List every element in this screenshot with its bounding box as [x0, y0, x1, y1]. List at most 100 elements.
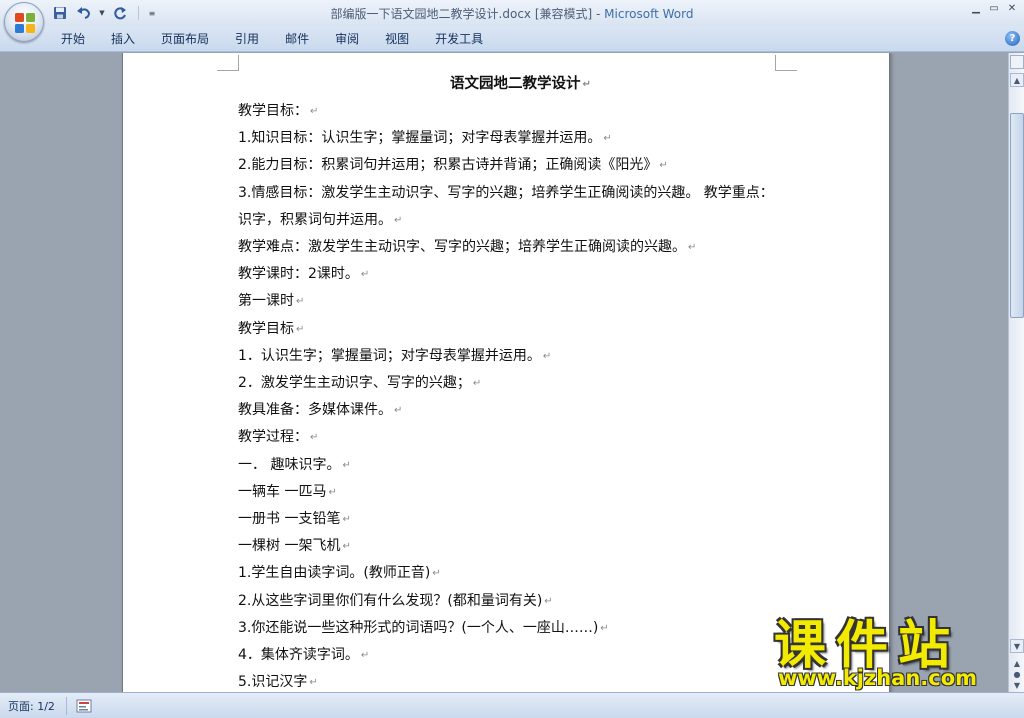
paragraph-text: 教学课时：2课时。	[238, 266, 359, 283]
view-ruler-icon[interactable]	[1010, 55, 1024, 69]
document-heading-text: 语文园地二教学设计	[450, 76, 581, 92]
document-page[interactable]: 语文园地二教学设计 ↵ 教学目标： ↵ 1.知识目标：认识生字；掌握量词；对字母表掌握…	[122, 53, 890, 692]
document-workspace: 语文园地二教学设计 ↵ 教学目标： ↵ 1.知识目标：认识生字；掌握量词；对字母表掌握…	[0, 53, 1008, 692]
paragraph-text: 3.情感目标：激发学生主动识字、写字的兴趣；培养学生正确阅读的兴趣。 教学重点：…	[238, 184, 774, 228]
paragraph-mark: ↵	[309, 677, 318, 689]
paragraph-mark: ↵	[342, 541, 351, 553]
application-name: Microsoft Word	[604, 7, 694, 21]
paragraph-text: 一册书 一支铅笔	[238, 511, 341, 528]
paragraph-text: 2．激发学生主动识字、写字的兴趣；	[238, 375, 471, 392]
paragraph-text: 教学目标	[238, 320, 294, 337]
document-paragraph: 教学过程： ↵	[238, 424, 783, 451]
ribbon-tab[interactable]: 邮件	[272, 31, 322, 47]
ribbon-tab[interactable]: 开发工具	[422, 31, 496, 47]
document-paragraph: 一． 趣味识字。 ↵	[238, 452, 783, 479]
paragraph-text: 一棵树 一架飞机	[238, 538, 341, 555]
document-name: 部编版一下语文园地二教学设计.docx [兼容模式] -	[330, 7, 605, 21]
paragraph-text: 教学过程：	[238, 429, 308, 446]
ribbon-tab[interactable]: 视图	[372, 31, 422, 47]
document-body[interactable]: 语文园地二教学设计 ↵ 教学目标： ↵ 1.知识目标：认识生字；掌握量词；对字母表掌握…	[238, 71, 783, 692]
document-paragraph: 教学目标 ↵	[238, 316, 783, 343]
document-paragraph: 2.能力目标：积累词句并运用；积累古诗并背诵；正确阅读《阳光》 ↵	[238, 152, 783, 179]
proofing-icon[interactable]	[76, 698, 92, 713]
quick-access-toolbar: ▼ ≡	[50, 3, 157, 23]
restore-icon[interactable]: ▭	[986, 1, 1002, 15]
paragraph-mark: ↵	[582, 79, 591, 90]
ribbon-tab[interactable]: 审阅	[322, 31, 372, 47]
paragraph-mark: ↵	[342, 514, 351, 526]
document-paragraph: 5.识记汉字 ↵	[238, 669, 783, 692]
page-indicator[interactable]: 页面: 1/2	[8, 698, 55, 714]
scroll-up-icon[interactable]: ▲	[1010, 73, 1024, 87]
paragraph-mark: ↵	[542, 350, 552, 362]
paragraph-mark: ↵	[296, 323, 305, 335]
document-paragraph: 教学课时：2课时。 ↵	[238, 261, 783, 288]
paragraph-mark: ↵	[432, 568, 441, 580]
status-separator	[66, 697, 67, 715]
document-paragraph: 教学目标： ↵	[238, 98, 783, 125]
paragraph-mark: ↵	[394, 405, 403, 417]
ribbon-tab-bar: 开始 插入 页面布局 引用 邮件 审阅 视图 开发工具 ?	[0, 26, 1024, 52]
window-controls: ▁ ▭ ✕	[968, 1, 1020, 15]
paragraph-text: 1．认识生字；掌握量词；对字母表掌握并运用。	[238, 347, 541, 364]
paragraph-mark: ↵	[544, 595, 553, 607]
office-button[interactable]	[4, 2, 44, 42]
undo-dropdown-icon[interactable]: ▼	[98, 4, 106, 22]
qat-separator	[138, 6, 139, 20]
paragraph-text: 2.从这些字词里你们有什么发现？(都和量词有关)	[238, 592, 543, 609]
ribbon-tab[interactable]: 引用	[222, 31, 272, 47]
document-paragraph: 3.情感目标：激发学生主动识字、写字的兴趣；培养学生正确阅读的兴趣。 教学重点：…	[238, 180, 783, 234]
document-paragraph: 2．激发学生主动识字、写字的兴趣； ↵	[238, 370, 783, 397]
document-paragraph: 4．集体齐读字词。 ↵	[238, 642, 783, 669]
customize-qat-icon[interactable]: ≡	[147, 4, 157, 22]
paragraph-mark: ↵	[472, 378, 482, 390]
paragraph-mark: ↵	[394, 214, 403, 226]
vertical-scrollbar[interactable]: ▲ ▼ ▲ ● ▼	[1008, 53, 1024, 692]
paragraph-mark: ↵	[310, 106, 319, 117]
paragraph-text: 教学目标：	[238, 103, 308, 119]
document-paragraph: 一册书 一支铅笔 ↵	[238, 506, 783, 533]
minimize-icon[interactable]: ▁	[968, 1, 984, 15]
scroll-down-icon[interactable]: ▼	[1010, 639, 1024, 653]
document-paragraph: 2.从这些字词里你们有什么发现？(都和量词有关) ↵	[238, 588, 783, 615]
margin-corner-mark	[217, 55, 239, 71]
paragraph-text: 第一课时	[238, 293, 294, 310]
title-bar: ▼ ≡ 部编版一下语文园地二教学设计.docx [兼容模式] - Microso…	[0, 0, 1024, 26]
paragraph-mark: ↵	[603, 133, 612, 145]
paragraph-mark: ↵	[342, 459, 351, 471]
office-logo-icon	[15, 13, 35, 33]
paragraph-text: 教学难点：激发学生主动识字、写字的兴趣；培养学生正确阅读的兴趣。	[238, 239, 686, 256]
undo-icon[interactable]	[74, 4, 94, 22]
paragraph-mark: ↵	[360, 650, 370, 662]
paragraph-text: 5.识记汉字	[238, 674, 308, 691]
paragraph-text: 一辆车 一匹马	[238, 483, 327, 500]
close-icon[interactable]: ✕	[1004, 1, 1020, 15]
redo-icon[interactable]	[110, 4, 130, 22]
ribbon-tab[interactable]: 页面布局	[148, 31, 222, 47]
paragraph-mark: ↵	[659, 160, 668, 172]
document-paragraph: 1.学生自由读字词。(教师正音) ↵	[238, 560, 783, 587]
help-icon[interactable]: ?	[1005, 31, 1020, 46]
ribbon-tab[interactable]: 开始	[48, 31, 98, 47]
scroll-thumb[interactable]	[1010, 113, 1024, 318]
margin-corner-mark	[775, 55, 797, 71]
paragraph-text: 4．集体齐读字词。	[238, 647, 359, 664]
paragraph-text: 1.知识目标：认识生字；掌握量词；对字母表掌握并运用。	[238, 130, 602, 147]
ribbon-tab[interactable]: 插入	[98, 31, 148, 47]
paragraph-text: 一． 趣味识字。	[238, 456, 341, 473]
browse-object-icon[interactable]: ●	[1012, 670, 1022, 680]
next-page-icon[interactable]: ▼	[1012, 681, 1022, 691]
document-paragraph: 1.知识目标：认识生字；掌握量词；对字母表掌握并运用。 ↵	[238, 125, 783, 152]
document-paragraph: 一棵树 一架飞机 ↵	[238, 533, 783, 560]
save-icon[interactable]	[50, 4, 70, 22]
status-bar: 页面: 1/2	[0, 692, 1024, 718]
paragraph-mark: ↵	[600, 622, 609, 634]
document-heading: 语文园地二教学设计 ↵	[258, 71, 783, 98]
paragraph-text: 教具准备：多媒体课件。	[238, 402, 392, 419]
document-paragraph: 教具准备：多媒体课件。 ↵	[238, 397, 783, 424]
document-paragraph: 教学难点：激发学生主动识字、写字的兴趣；培养学生正确阅读的兴趣。 ↵	[238, 234, 783, 261]
paragraph-text: 3.你还能说一些这种形式的词语吗？(一个人、一座山……)	[238, 619, 599, 636]
previous-page-icon[interactable]: ▲	[1012, 659, 1022, 669]
paragraph-mark: ↵	[328, 486, 337, 498]
paragraph-mark: ↵	[360, 269, 370, 281]
